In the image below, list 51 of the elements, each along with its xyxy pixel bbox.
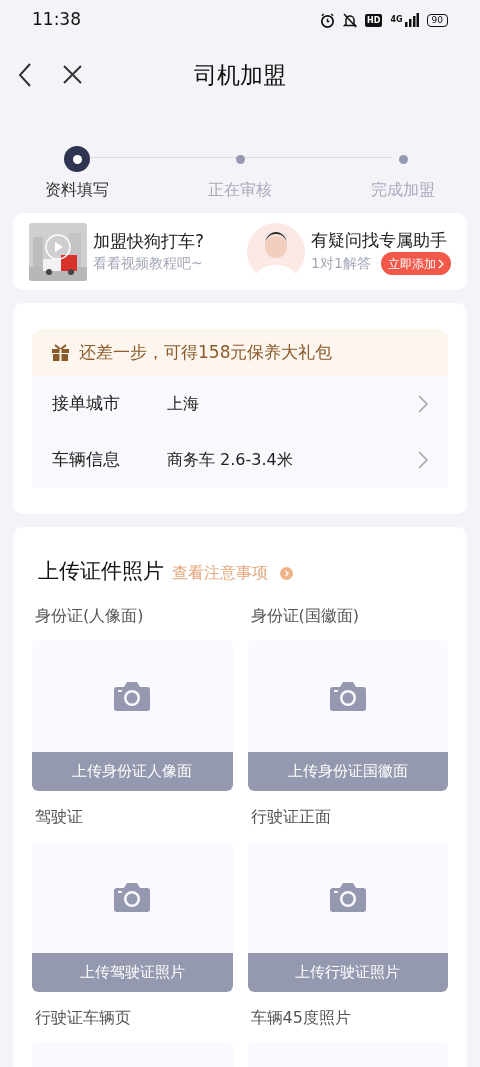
camera-icon [113,881,152,912]
upload-button[interactable]: 上传身份证人像面 [32,751,233,791]
step-label: 完成加盟 [371,179,435,201]
upload-label: 行驶证车辆页 [34,1006,132,1029]
back-icon[interactable] [18,62,32,88]
camera-icon [328,881,367,912]
play-icon[interactable] [45,233,71,260]
upload-label: 驾驶证 [34,805,84,828]
gift-icon [52,344,69,361]
upload-button[interactable]: 上传驾驶证照片 [32,952,233,992]
upload-label: 身份证(人像面) [34,604,145,627]
chevron-right-icon [437,258,444,269]
step-label: 正在审核 [208,179,272,201]
hd-icon: HD [365,13,383,27]
chevron-right-icon [418,451,428,469]
promo-title: 加盟快狗打车? [93,230,206,253]
promo-subtitle: 1对1解答 [311,254,371,273]
notice-link[interactable]: 查看注意事项 [172,561,268,586]
row-label: 接单城市 [52,392,121,416]
battery-indicator: 90 [426,13,448,27]
row-value: 上海 [167,393,200,415]
step-label: 资料填写 [45,179,109,201]
signal-icon [404,13,419,27]
camera-icon [113,680,152,711]
upload-box[interactable]: 上传身份证国徽面 [247,639,448,791]
bell-off-icon [343,12,358,28]
info-row[interactable]: 接单城市 上海 [32,376,448,432]
upload-box[interactable]: 上传身份证人像面 [32,639,233,791]
status-time: 11:38 [32,8,81,32]
row-label: 车辆信息 [52,448,121,472]
upload-button[interactable]: 上传行驶证照片 [247,952,448,992]
upload-label: 车辆45度照片 [249,1006,352,1029]
alarm-icon [320,12,336,28]
upload-label: 行驶证正面 [249,805,332,828]
info-row[interactable]: 车辆信息 商务车 2.6-3.4米 [32,432,448,488]
camera-icon [328,680,367,711]
promo-title: 有疑问找专属助手 [311,229,448,252]
section-title: 上传证件照片 [38,558,164,585]
row-value: 商务车 2.6-3.4米 [167,449,294,471]
upload-label: 身份证(国徽面) [249,604,360,627]
upload-box[interactable]: 上传驾驶证照片 [32,840,233,992]
close-icon[interactable] [63,65,82,84]
assistant-avatar [247,222,305,281]
network-label: 4G [390,13,403,26]
reward-text: 还差一步，可得158元保养大礼包 [79,340,333,364]
page-title: 司机加盟 [194,60,286,90]
upload-button[interactable]: 上传身份证国徽面 [247,751,448,791]
promo-subtitle: 看看视频教程吧~ [93,254,203,273]
upload-box[interactable]: 上传行驶证照片 [247,840,448,992]
add-button[interactable]: 立即添加 [380,252,451,275]
chevron-right-icon [418,395,428,413]
